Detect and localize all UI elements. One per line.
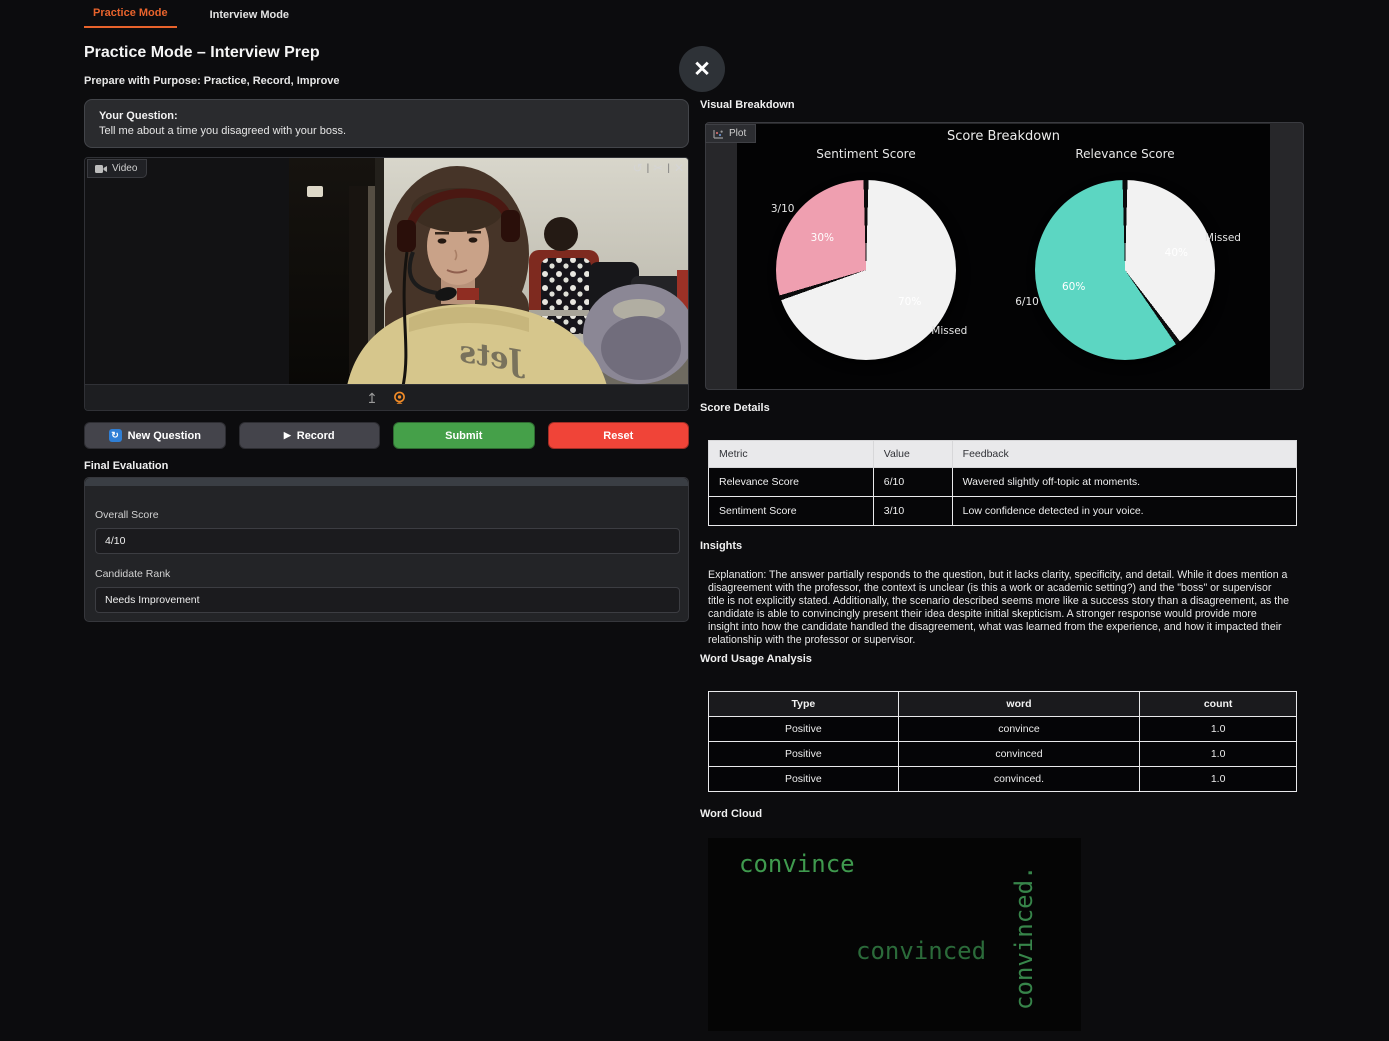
question-box: Your Question: Tell me about a time you … bbox=[84, 99, 689, 148]
final-evaluation-heading: Final Evaluation bbox=[84, 460, 168, 472]
question-label: Your Question: bbox=[99, 110, 674, 122]
close-icon[interactable]: ✕ bbox=[674, 161, 684, 175]
video-toolbar: ↺ | ✂ | ✕ bbox=[633, 161, 684, 175]
video-label: Video bbox=[112, 163, 137, 174]
video-footer: ↥ bbox=[85, 384, 688, 410]
table-row: Positiveconvince1.0 bbox=[709, 717, 1297, 742]
play-icon: ▶ bbox=[284, 430, 291, 441]
reset-button[interactable]: Reset bbox=[548, 422, 690, 449]
plot-badge: Plot bbox=[705, 124, 756, 143]
sentiment-pie-circle bbox=[776, 180, 956, 360]
table-cell: Positive bbox=[709, 742, 899, 767]
final-evaluation-panel: Overall Score 4/10 Candidate Rank Needs … bbox=[84, 477, 689, 622]
visual-breakdown-heading: Visual Breakdown bbox=[700, 99, 795, 111]
table-cell: convinced bbox=[898, 742, 1140, 767]
table-cell: 3/10 bbox=[873, 497, 952, 526]
table-row: Relevance Score6/10Wavered slightly off-… bbox=[709, 468, 1297, 497]
close-icon: ✕ bbox=[693, 57, 711, 82]
sentiment-pie: 3/10 30% Missed 70% bbox=[736, 140, 996, 400]
close-button[interactable]: ✕ bbox=[679, 46, 725, 92]
column-header: count bbox=[1140, 692, 1297, 717]
page-subtitle: Prepare with Purpose: Practice, Record, … bbox=[84, 75, 340, 87]
table-cell: Positive bbox=[709, 767, 899, 792]
word-usage-table: TypewordcountPositiveconvince1.0Positive… bbox=[708, 691, 1297, 792]
video-display[interactable]: Jets bbox=[85, 158, 688, 386]
video-camera-icon bbox=[95, 164, 107, 174]
column-header: Type bbox=[709, 692, 899, 717]
pie-percent-label: 70% bbox=[898, 296, 921, 308]
pie-slice-label: Missed bbox=[931, 325, 967, 337]
plot-icon bbox=[713, 129, 724, 139]
tab-interview-mode[interactable]: Interview Mode bbox=[201, 2, 298, 28]
pie-slice-label: 6/10 bbox=[1015, 296, 1039, 308]
score-details-heading: Score Details bbox=[700, 402, 770, 414]
refresh-icon: ↻ bbox=[109, 429, 122, 442]
table-cell: convinced. bbox=[898, 767, 1140, 792]
webcam-scene: Jets bbox=[289, 158, 689, 386]
toolbar-divider: | bbox=[667, 163, 670, 174]
table-cell: Positive bbox=[709, 717, 899, 742]
upload-icon[interactable]: ↥ bbox=[366, 391, 378, 405]
word-cloud-image: convince convinced convinced. bbox=[708, 838, 1081, 1031]
table-cell: 1.0 bbox=[1140, 717, 1297, 742]
trim-icon[interactable]: ✂ bbox=[653, 161, 663, 175]
action-buttons: ↻ New Question ▶ Record Submit Reset bbox=[84, 422, 689, 449]
candidate-rank-label: Candidate Rank bbox=[95, 568, 170, 580]
table-row: Sentiment Score3/10Low confidence detect… bbox=[709, 497, 1297, 526]
record-button[interactable]: ▶ Record bbox=[239, 422, 381, 449]
table-cell: Sentiment Score bbox=[709, 497, 874, 526]
table-cell: Wavered slightly off-topic at moments. bbox=[952, 468, 1296, 497]
cloud-word: convinced bbox=[856, 937, 986, 965]
cloud-word: convince bbox=[739, 850, 855, 878]
table-cell: 1.0 bbox=[1140, 742, 1297, 767]
word-cloud-heading: Word Cloud bbox=[700, 808, 762, 820]
cloud-word: convinced. bbox=[1010, 866, 1038, 1011]
tab-practice-mode[interactable]: Practice Mode bbox=[84, 0, 177, 28]
overall-score-label: Overall Score bbox=[95, 509, 159, 521]
submit-button[interactable]: Submit bbox=[393, 422, 535, 449]
table-cell: 1.0 bbox=[1140, 767, 1297, 792]
toolbar-divider: | bbox=[647, 163, 650, 174]
insights-heading: Insights bbox=[700, 540, 742, 552]
pie-percent-label: 60% bbox=[1062, 281, 1085, 293]
table-cell: Relevance Score bbox=[709, 468, 874, 497]
webcam-frame: Jets bbox=[289, 158, 689, 386]
table-cell: Low confidence detected in your voice. bbox=[952, 497, 1296, 526]
pie-percent-label: 40% bbox=[1165, 247, 1188, 259]
table-row: Positiveconvinced1.0 bbox=[709, 742, 1297, 767]
webcam-icon[interactable] bbox=[392, 391, 407, 405]
score-details-table: MetricValueFeedbackRelevance Score6/10Wa… bbox=[708, 440, 1297, 526]
question-text: Tell me about a time you disagreed with … bbox=[99, 125, 674, 137]
table-cell: 6/10 bbox=[873, 468, 952, 497]
plot-panel: Plot Score Breakdown Sentiment Score Rel… bbox=[705, 122, 1304, 390]
table-row: Positiveconvinced.1.0 bbox=[709, 767, 1297, 792]
pie-slice-label: 3/10 bbox=[771, 203, 795, 215]
candidate-rank-field[interactable]: Needs Improvement bbox=[95, 587, 680, 613]
video-component: Video ↺ | ✂ | ✕ bbox=[84, 157, 689, 411]
relevance-pie: 6/10 60% Missed 40% bbox=[995, 140, 1255, 400]
pie-slice-label: Missed bbox=[1205, 232, 1241, 244]
column-header: Value bbox=[873, 441, 952, 468]
pie-percent-label: 30% bbox=[811, 232, 834, 244]
overall-score-field[interactable]: 4/10 bbox=[95, 528, 680, 554]
column-header: Feedback bbox=[952, 441, 1296, 468]
table-cell: convince bbox=[898, 717, 1140, 742]
page-title: Practice Mode – Interview Prep bbox=[84, 44, 320, 62]
new-question-button[interactable]: ↻ New Question bbox=[84, 422, 226, 449]
relevance-pie-circle bbox=[1035, 180, 1215, 360]
column-header: Metric bbox=[709, 441, 874, 468]
mode-tabs: Practice Mode Interview Mode bbox=[84, 0, 298, 28]
video-chip: Video bbox=[87, 159, 147, 178]
panel-top-strip bbox=[85, 478, 688, 486]
word-usage-heading: Word Usage Analysis bbox=[700, 653, 812, 665]
score-breakdown-plot: Score Breakdown Sentiment Score Relevanc… bbox=[737, 124, 1270, 389]
insights-text: Explanation: The answer partially respon… bbox=[708, 569, 1290, 647]
column-header: word bbox=[898, 692, 1140, 717]
undo-icon[interactable]: ↺ bbox=[633, 161, 643, 175]
